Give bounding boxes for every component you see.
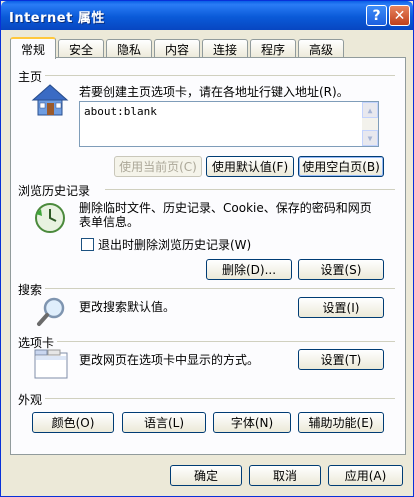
ok-button[interactable]: 确定 — [170, 465, 242, 486]
homepage-address-field[interactable]: about:blank ▲ ▼ — [79, 101, 379, 147]
languages-button[interactable]: 语言(L) — [122, 412, 206, 433]
apply-button[interactable]: 应用(A) — [328, 465, 403, 486]
tab-advanced[interactable]: 高级 — [298, 39, 344, 58]
help-button[interactable]: ? — [366, 5, 387, 26]
tab-privacy[interactable]: 隐私 — [106, 39, 152, 58]
history-description-line-1: 删除临时文件、历史记录、Cookie、保存的密码和网页 — [79, 201, 372, 215]
history-section-title: 浏览历史记录 — [18, 184, 91, 198]
colors-button[interactable]: 颜色(O) — [32, 412, 114, 433]
window-title: Internet 属性 — [9, 11, 105, 26]
appearance-divider — [45, 398, 395, 399]
tabs-settings-button[interactable]: 设置(T) — [298, 349, 384, 370]
tabbed-browsing-icon — [34, 349, 68, 379]
tab-content[interactable]: 内容 — [154, 39, 200, 58]
accessibility-button[interactable]: 辅助功能(E) — [298, 412, 384, 433]
scroll-up-arrow-icon[interactable]: ▲ — [362, 102, 378, 118]
homepage-description: 若要创建主页选项卡，请在各地址行键入地址(R)。 — [79, 85, 349, 99]
history-clock-icon — [35, 203, 65, 233]
close-button[interactable]: ✕ — [389, 5, 410, 26]
home-icon — [31, 84, 69, 116]
search-description: 更改搜索默认值。 — [79, 300, 176, 314]
history-divider — [105, 189, 395, 190]
homepage-divider — [45, 75, 395, 76]
internet-options-dialog: Internet 属性 ? ✕ 常规 安全 隐私 内容 连接 程序 高级 主页 … — [0, 0, 414, 497]
scroll-down-arrow-icon[interactable]: ▼ — [362, 130, 378, 146]
history-description-line-2: 表单信息。 — [79, 215, 140, 229]
tab-programs[interactable]: 程序 — [250, 39, 296, 58]
tabs-description: 更改网页在选项卡中显示的方式。 — [79, 353, 260, 367]
address-scrollbar[interactable]: ▲ ▼ — [362, 102, 378, 146]
tab-general[interactable]: 常规 — [10, 37, 56, 59]
cancel-button[interactable]: 取消 — [249, 465, 321, 486]
homepage-address-value: about:blank — [84, 105, 157, 118]
search-settings-button[interactable]: 设置(I) — [298, 297, 384, 318]
use-current-button[interactable]: 使用当前页(C) — [114, 156, 202, 177]
tab-connections[interactable]: 连接 — [202, 39, 248, 58]
search-magnifier-icon — [37, 297, 65, 326]
use-default-button[interactable]: 使用默认值(F) — [206, 156, 294, 177]
delete-on-exit-checkbox[interactable] — [81, 238, 94, 251]
tab-security[interactable]: 安全 — [58, 39, 104, 58]
delete-history-button[interactable]: 删除(D)... — [206, 259, 292, 280]
history-settings-button[interactable]: 设置(S) — [298, 259, 384, 280]
search-divider — [45, 288, 395, 289]
use-blank-button[interactable]: 使用空白页(B) — [298, 156, 384, 177]
tabs-divider — [57, 341, 395, 342]
appearance-section-title: 外观 — [18, 393, 43, 407]
title-bar[interactable]: Internet 属性 ? ✕ — [1, 1, 413, 30]
fonts-button[interactable]: 字体(N) — [213, 412, 291, 433]
delete-on-exit-label[interactable]: 退出时删除浏览历史记录(W) — [98, 238, 251, 252]
